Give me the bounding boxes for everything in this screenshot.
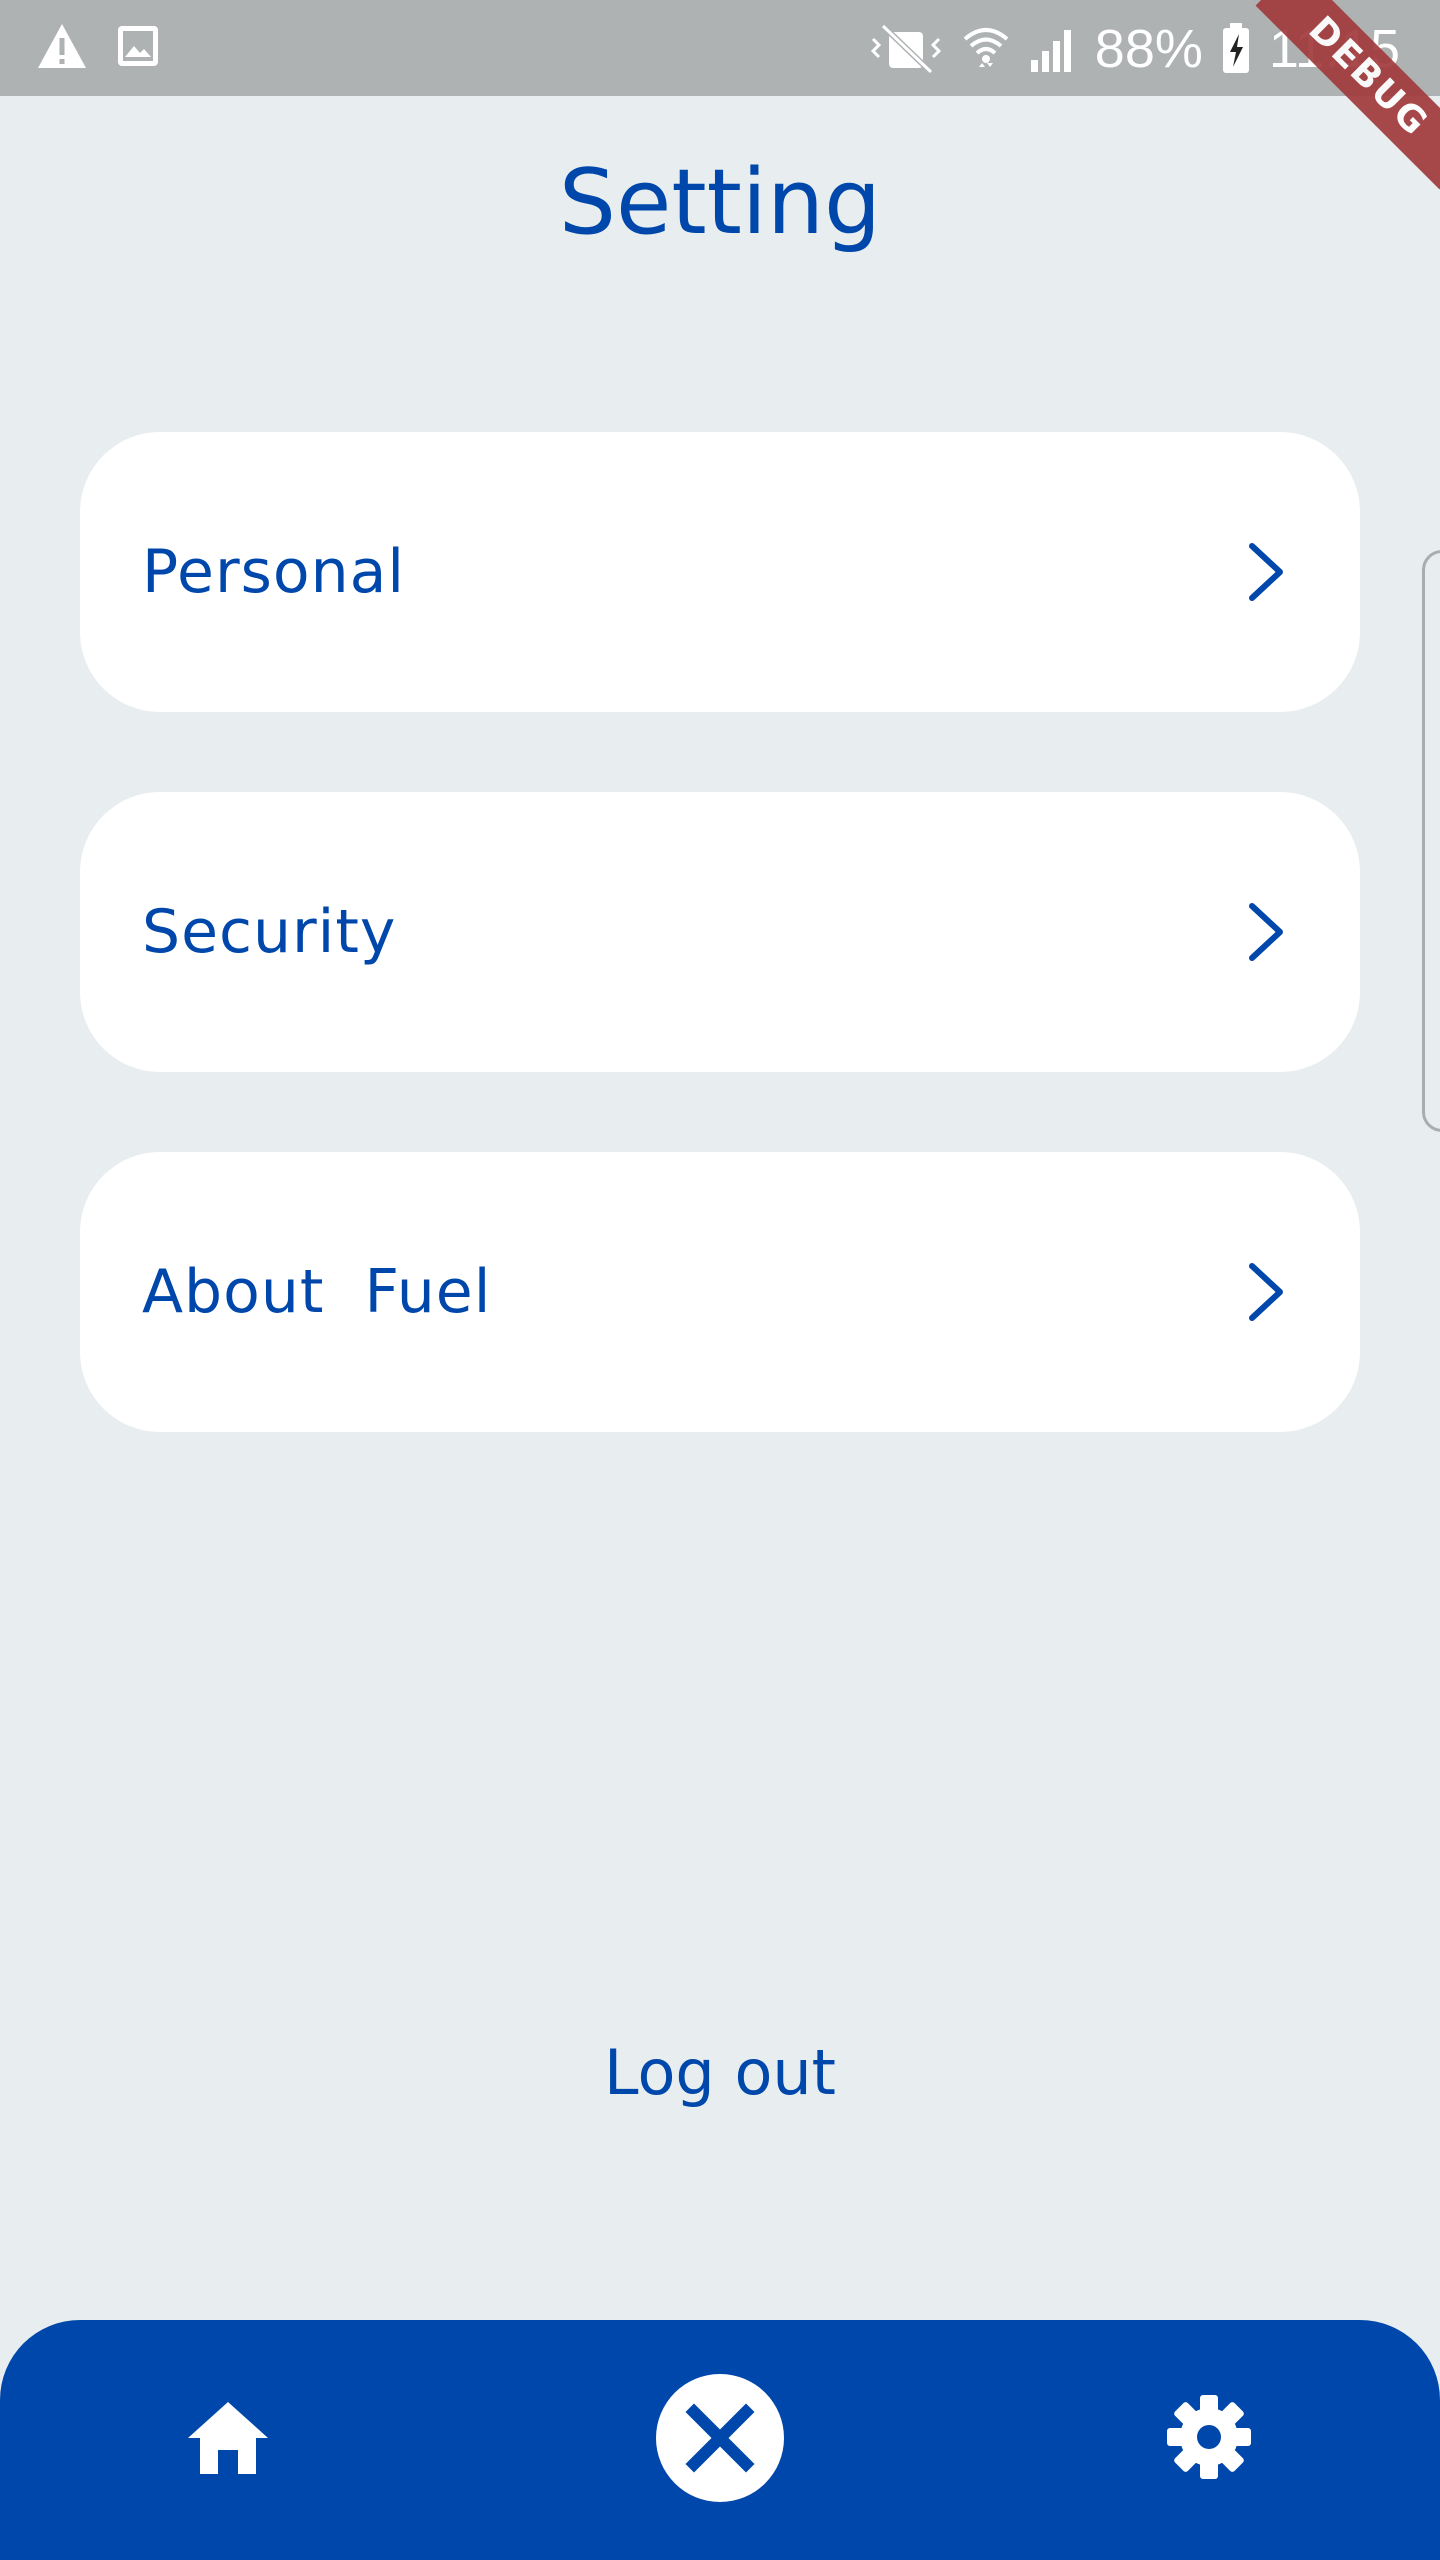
image-icon [116, 24, 160, 72]
status-bar: 88% 11:15 [0, 0, 1440, 96]
gear-icon[interactable] [1166, 2394, 1252, 2480]
logout-button[interactable]: Log out [0, 2036, 1440, 2109]
chevron-right-icon [1244, 1260, 1288, 1324]
home-icon[interactable] [186, 2398, 270, 2478]
battery-charging-icon [1221, 23, 1251, 75]
settings-item-label: About Fuel [142, 1257, 492, 1327]
signal-icon [1029, 24, 1077, 74]
edge-panel-handle[interactable] [1422, 550, 1440, 1132]
close-button[interactable] [656, 2374, 784, 2502]
settings-item-label: Personal [142, 537, 406, 607]
settings-item-label: Security [142, 897, 397, 967]
wifi-icon [961, 23, 1011, 75]
settings-item-personal[interactable]: Personal [80, 432, 1360, 712]
settings-list: Personal Security About Fuel [80, 432, 1360, 1512]
settings-item-about-fuel[interactable]: About Fuel [80, 1152, 1360, 1432]
warning-icon [36, 22, 88, 74]
vibrate-icon [869, 24, 943, 74]
status-left-icons [36, 22, 160, 74]
close-icon [656, 2403, 784, 2506]
page-title: Setting [558, 150, 882, 255]
battery-percent: 88% [1094, 19, 1203, 79]
chevron-right-icon [1244, 900, 1288, 964]
settings-item-security[interactable]: Security [80, 792, 1360, 1072]
chevron-right-icon [1244, 540, 1288, 604]
bottom-nav [0, 2320, 1440, 2560]
